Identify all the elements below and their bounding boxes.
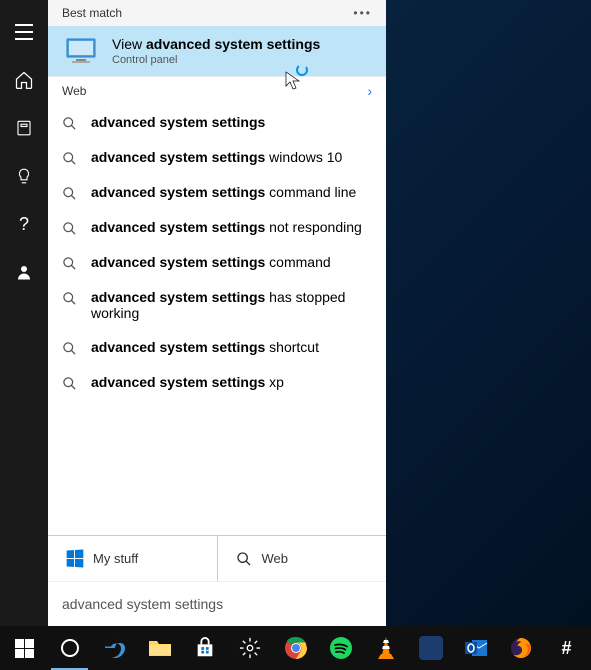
chrome-icon <box>284 636 308 660</box>
best-match-label: Best match <box>62 6 122 20</box>
tab-my-stuff[interactable]: My stuff <box>48 536 218 581</box>
web-results: advanced system settingsadvanced system … <box>48 105 386 535</box>
windows-icon <box>67 549 84 567</box>
search-input[interactable]: advanced system settings <box>48 581 386 626</box>
best-match-header: Best match ••• <box>48 0 386 26</box>
web-result[interactable]: advanced system settings <box>48 105 386 140</box>
search-icon <box>62 376 77 391</box>
vlc-button[interactable] <box>363 626 408 670</box>
cortana-icon <box>61 639 79 657</box>
spotify-button[interactable] <box>318 626 363 670</box>
windows-icon <box>15 639 34 658</box>
web-header: Web › <box>48 76 386 105</box>
search-panel: Best match ••• View advanced system sett… <box>48 0 386 626</box>
cortana-button[interactable] <box>47 626 92 670</box>
edge-icon <box>103 636 127 660</box>
search-sidebar: ? <box>0 0 48 626</box>
app-button-2[interactable]: # <box>544 626 589 670</box>
web-result[interactable]: advanced system settings command <box>48 245 386 280</box>
hash-icon: # <box>561 638 571 659</box>
web-result[interactable]: advanced system settings windows 10 <box>48 140 386 175</box>
firefox-button[interactable] <box>499 626 544 670</box>
monitor-icon <box>62 37 100 65</box>
home-icon <box>14 70 34 90</box>
tab-web[interactable]: Web <box>218 536 387 581</box>
recent-button[interactable] <box>0 104 48 152</box>
app-button-1[interactable] <box>408 626 453 670</box>
search-icon <box>62 186 77 201</box>
app-icon <box>419 636 443 660</box>
web-label: Web <box>62 84 86 98</box>
account-button[interactable] <box>0 248 48 296</box>
firefox-icon <box>509 636 533 660</box>
web-result[interactable]: advanced system settings shortcut <box>48 330 386 365</box>
outlook-icon <box>464 637 488 659</box>
tips-button[interactable] <box>0 152 48 200</box>
spotify-icon <box>329 636 353 660</box>
home-button[interactable] <box>0 56 48 104</box>
lightbulb-icon <box>15 166 33 186</box>
scope-tabs: My stuff Web <box>48 535 386 581</box>
store-button[interactable] <box>183 626 228 670</box>
start-button[interactable] <box>2 626 47 670</box>
search-icon <box>62 116 77 131</box>
hamburger-icon <box>15 24 33 40</box>
outlook-button[interactable] <box>454 626 499 670</box>
best-match-text: View advanced system settings Control pa… <box>112 36 372 66</box>
question-icon: ? <box>19 214 29 235</box>
chrome-button[interactable] <box>273 626 318 670</box>
search-icon <box>62 341 77 356</box>
menu-button[interactable] <box>0 8 48 56</box>
folder-icon <box>148 638 172 658</box>
person-icon <box>15 263 33 281</box>
recent-icon <box>15 119 33 137</box>
search-icon <box>236 551 252 567</box>
best-match-result[interactable]: View advanced system settings Control pa… <box>48 26 386 76</box>
vlc-icon <box>375 636 397 660</box>
web-result[interactable]: advanced system settings xp <box>48 365 386 400</box>
file-explorer-button[interactable] <box>137 626 182 670</box>
web-result[interactable]: advanced system settings has stopped wor… <box>48 280 386 330</box>
help-button[interactable]: ? <box>0 200 48 248</box>
store-icon <box>194 637 216 659</box>
search-icon <box>62 291 77 306</box>
settings-button[interactable] <box>228 626 273 670</box>
web-result[interactable]: advanced system settings not responding <box>48 210 386 245</box>
taskbar: # <box>0 626 591 670</box>
search-icon <box>62 256 77 271</box>
more-button[interactable]: ••• <box>353 6 372 20</box>
gear-icon <box>239 637 261 659</box>
edge-button[interactable] <box>92 626 137 670</box>
search-icon <box>62 221 77 236</box>
chevron-right-icon[interactable]: › <box>367 83 372 99</box>
web-result[interactable]: advanced system settings command line <box>48 175 386 210</box>
search-icon <box>62 151 77 166</box>
